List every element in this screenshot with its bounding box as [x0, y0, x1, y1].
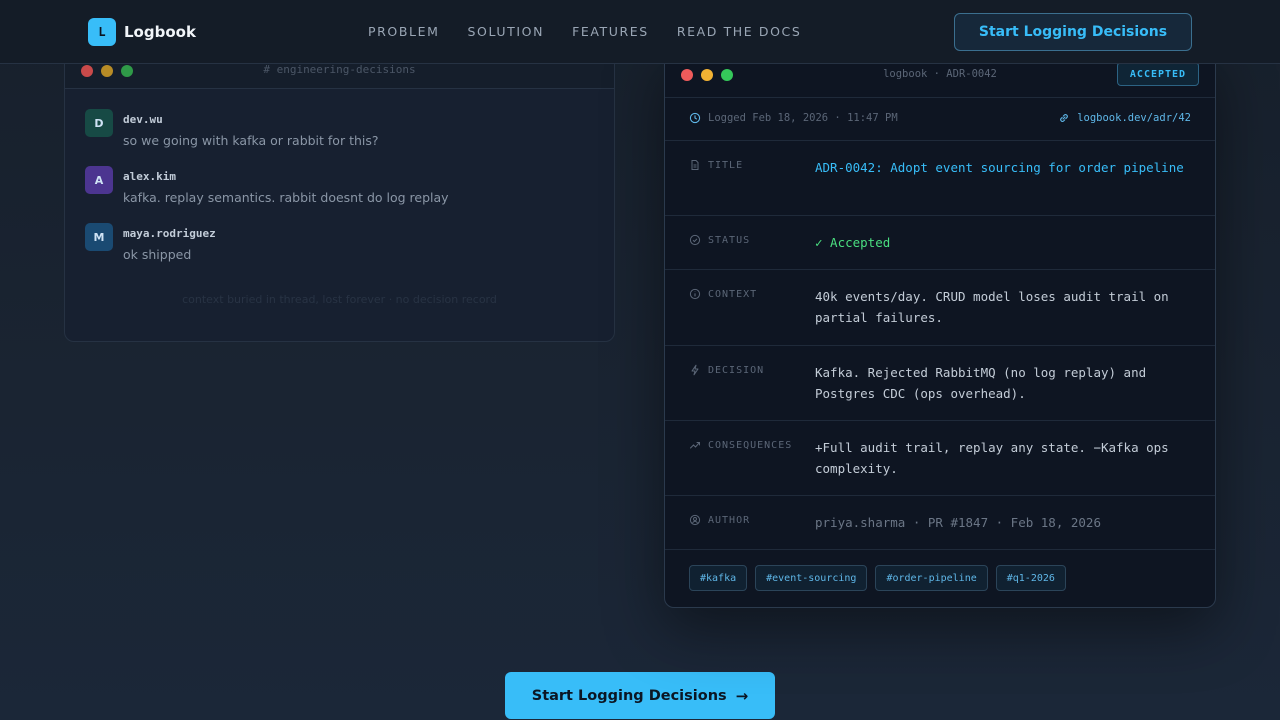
- status-badge: ACCEPTED: [1117, 62, 1199, 86]
- nav-cta-button[interactable]: Start Logging Decisions: [954, 13, 1192, 51]
- lightning-icon: [689, 364, 701, 376]
- adr-permalink[interactable]: logbook.dev/adr/42: [1077, 112, 1191, 124]
- brand[interactable]: L Logbook: [88, 18, 196, 46]
- nav-links: PROBLEM SOLUTION FEATURES READ THE DOCS: [368, 24, 829, 39]
- chat-window: # engineering-decisions D dev.wu so we g…: [64, 48, 615, 342]
- tag-chip[interactable]: #kafka: [689, 565, 748, 591]
- field-label: TITLE: [708, 159, 744, 171]
- chat-message-text: ok shipped: [123, 247, 192, 262]
- check-circle-icon: [689, 234, 701, 246]
- info-icon: [689, 288, 701, 300]
- field-label: CONTEXT: [708, 288, 758, 300]
- field-label: AUTHOR: [708, 514, 751, 526]
- adr-meta-row: Logged Feb 18, 2026 · 11:47 PM logbook.d…: [665, 98, 1215, 141]
- adr-field-status: STATUS ✓ Accepted: [665, 216, 1215, 270]
- field-label: STATUS: [708, 234, 751, 246]
- brand-name: Logbook: [124, 23, 196, 41]
- trend-up-icon: [689, 439, 701, 451]
- nav-link-docs[interactable]: READ THE DOCS: [677, 24, 802, 39]
- chat-username: maya.rodriguez: [123, 227, 216, 240]
- chat-message: A alex.kim kafka. replay semantics. rabb…: [85, 166, 449, 205]
- tag-chip[interactable]: #event-sourcing: [755, 565, 868, 591]
- chat-message: M maya.rodriguez ok shipped: [85, 223, 216, 262]
- user-icon: [689, 514, 701, 526]
- chat-message-text: so we going with kafka or rabbit for thi…: [123, 133, 379, 148]
- adr-field-author: AUTHOR priya.sharma · PR #1847 · Feb 18,…: [665, 496, 1215, 550]
- nav-link-problem[interactable]: PROBLEM: [368, 24, 439, 39]
- tag-list: #kafka #event-sourcing #order-pipeline #…: [689, 565, 1074, 591]
- avatar: A: [85, 166, 113, 194]
- nav-link-features[interactable]: FEATURES: [572, 24, 649, 39]
- start-logging-button[interactable]: Start Logging Decisions →: [505, 672, 775, 719]
- logged-timestamp: Logged Feb 18, 2026 · 11:47 PM: [708, 112, 898, 124]
- adr-field-title: TITLE ADR-0042: Adopt event sourcing for…: [665, 141, 1215, 216]
- adr-status: ✓ Accepted: [815, 235, 891, 250]
- adr-author: priya.sharma · PR #1847 · Feb 18, 2026: [815, 515, 1101, 530]
- chat-channel-name: # engineering-decisions: [263, 63, 416, 76]
- field-label: CONSEQUENCES: [708, 439, 793, 451]
- nav-link-solution[interactable]: SOLUTION: [467, 24, 544, 39]
- chat-footer-note: context buried in thread, lost forever ·…: [182, 293, 497, 306]
- cta-label: Start Logging Decisions: [531, 687, 727, 704]
- avatar: M: [85, 223, 113, 251]
- link-icon: [1058, 112, 1070, 124]
- chat-username: dev.wu: [123, 113, 163, 126]
- adr-field-context: CONTEXT 40k events/day. CRUD model loses…: [665, 270, 1215, 346]
- adr-consequences: +Full audit trail, replay any state. −Ka…: [815, 440, 1169, 476]
- adr-card: logbook · ADR-0042 ACCEPTED Logged Feb 1…: [664, 48, 1216, 608]
- adr-field-consequences: CONSEQUENCES +Full audit trail, replay a…: [665, 421, 1215, 496]
- adr-context: 40k events/day. CRUD model loses audit t…: [815, 289, 1169, 325]
- clock-icon: [689, 112, 701, 124]
- chat-message-text: kafka. replay semantics. rabbit doesnt d…: [123, 190, 449, 205]
- tag-chip[interactable]: #q1-2026: [995, 565, 1066, 591]
- tag-chip[interactable]: #order-pipeline: [875, 565, 988, 591]
- chat-message: D dev.wu so we going with kafka or rabbi…: [85, 109, 379, 148]
- arrow-right-icon: →: [735, 686, 749, 705]
- adr-title: ADR-0042: Adopt event sourcing for order…: [815, 160, 1184, 175]
- adr-field-decision: DECISION Kafka. Rejected RabbitMQ (no lo…: [665, 346, 1215, 421]
- brand-logo-icon: L: [88, 18, 116, 46]
- chat-username: alex.kim: [123, 170, 176, 183]
- field-label: DECISION: [708, 364, 765, 376]
- top-nav: L Logbook PROBLEM SOLUTION FEATURES READ…: [0, 0, 1280, 64]
- avatar: D: [85, 109, 113, 137]
- adr-decision: Kafka. Rejected RabbitMQ (no log replay)…: [815, 365, 1147, 401]
- document-icon: [689, 159, 701, 171]
